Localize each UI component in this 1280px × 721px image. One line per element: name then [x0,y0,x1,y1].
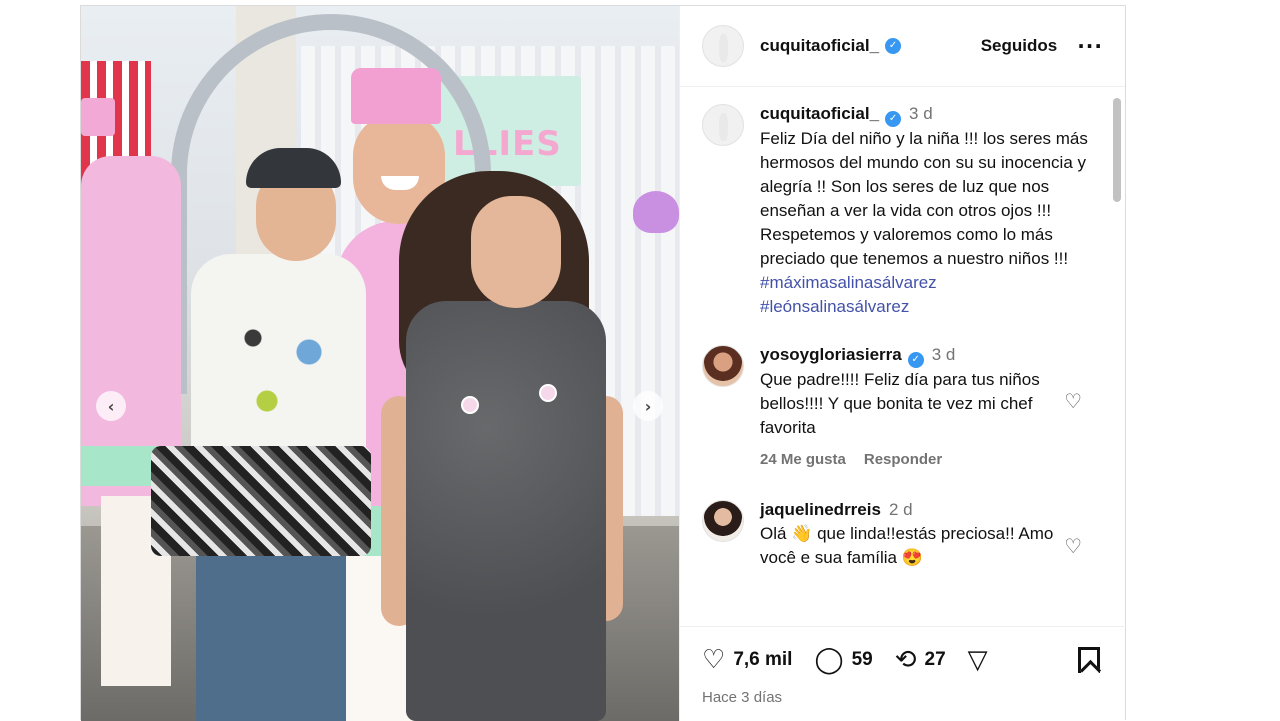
person-left-hat [81,98,115,136]
more-options-icon[interactable]: ··· [1077,34,1103,58]
hashtag-link[interactable]: #leónsalinasálvarez [760,295,1100,319]
boy-shirt-print [211,296,351,436]
post-date[interactable]: Hace 3 días [702,689,1126,706]
comment-like-heart-icon[interactable]: ♡ [1064,389,1082,413]
comment-username[interactable]: jaquelinedrreis [760,500,881,519]
like-heart-icon[interactable]: ♡ [702,645,725,675]
author-username[interactable]: cuquitaoficial_ [760,36,879,56]
repost-count: 27 [924,649,946,670]
caption-username[interactable]: cuquitaoficial_ [760,104,879,123]
verified-badge-icon: ✓ [885,38,902,54]
boy-flannel [151,446,371,556]
comment-item: jaquelinedrreis 2 d Olá 👋 que linda!!está… [702,498,1126,570]
instagram-post: LLIES ‹ › cuquitaoficial_ ✓ Seguidos ···… [80,5,1126,721]
comment-username[interactable]: yosoygloriasierra [760,345,902,364]
boy-cap [246,148,341,188]
verified-badge-icon: ✓ [885,111,902,127]
verified-badge-icon: ✓ [907,352,924,368]
post-header: cuquitaoficial_ ✓ Seguidos ··· [680,6,1125,87]
comment-bubble-icon[interactable]: ◯ [814,645,843,675]
caption-author-avatar[interactable] [702,104,744,146]
girl-denim-dress [406,301,606,721]
caption-body: cuquitaoficial_ ✓ 3 d Feliz Día del niño y… [760,102,1100,319]
like-count[interactable]: 7,6 mil [733,649,792,671]
comments-list[interactable]: cuquitaoficial_ ✓ 3 d Feliz Día del niño y… [680,88,1126,626]
carousel-prev-button[interactable]: ‹ [96,391,126,421]
girl-face [471,196,561,308]
comment-time: 2 d [888,500,913,519]
woman-chef-hat [351,68,441,124]
comment-item: yosoygloriasierra ✓ 3 d Que padre!!!! Feli… [702,343,1126,472]
post-photo[interactable]: LLIES ‹ › [81,6,679,721]
comment-body: jaquelinedrreis 2 d Olá 👋 que linda!!está… [760,498,1100,570]
hashtag-link[interactable]: #máximasalinasálvarez [760,271,1100,295]
commenter-avatar[interactable] [702,500,744,542]
comment-like-count[interactable]: 24 Me gusta [760,451,846,468]
following-button[interactable]: Seguidos [981,36,1058,56]
comments-scrollbar[interactable] [1113,98,1121,202]
caption-entry: cuquitaoficial_ ✓ 3 d Feliz Día del niño y… [702,102,1126,319]
caption-time: 3 d [909,104,933,123]
comment-text: Que padre!!!! Feliz día para tus niños b… [760,370,1040,437]
author-avatar[interactable] [702,25,744,67]
post-side-panel: cuquitaoficial_ ✓ Seguidos ··· cuquitaof… [679,6,1126,721]
comment-time: 3 d [931,345,956,364]
post-actions: ♡ 7,6 mil ◯ 59 ⟲ 27 ▽ Hace 3 días [680,626,1126,721]
action-row: ♡ 7,6 mil ◯ 59 ⟲ 27 ▽ [702,645,1126,675]
comment-body: yosoygloriasierra ✓ 3 d Que padre!!!! Feli… [760,343,1100,472]
comment-count: 59 [851,649,873,670]
share-send-icon[interactable]: ▽ [968,645,988,675]
commenter-avatar[interactable] [702,345,744,387]
bookmark-icon[interactable] [1078,647,1100,673]
comment-like-heart-icon[interactable]: ♡ [1064,534,1082,558]
repost-icon[interactable]: ⟲ [895,645,917,675]
comment-meta: 24 Me gusta Responder [760,448,1100,472]
caption-text: Feliz Día del niño y la niña !!! los ser… [760,129,1088,268]
girl-pin-badge [539,384,557,402]
background-decoration [633,191,679,233]
carousel-next-button[interactable]: › [633,391,663,421]
comment-text: Olá 👋 que linda!!estás preciosa!! Amo vo… [760,524,1054,567]
reply-button[interactable]: Responder [864,451,942,468]
girl-pin-badge [461,396,479,414]
